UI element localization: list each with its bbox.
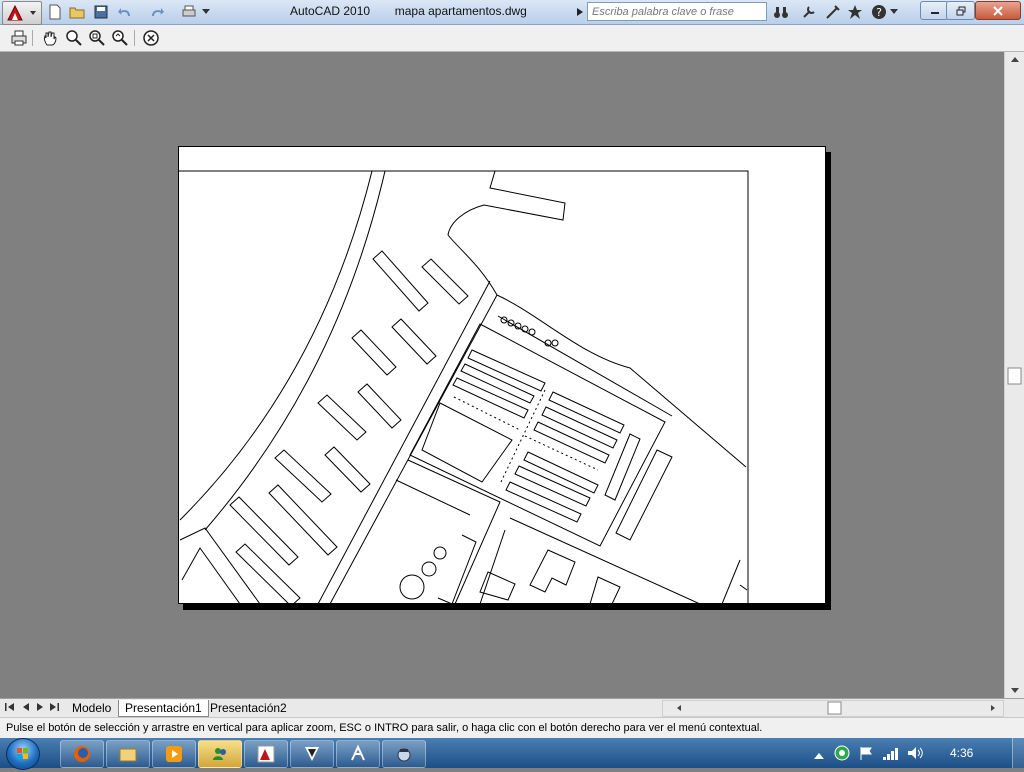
- media-player-icon: [166, 746, 182, 762]
- design-icon: [351, 744, 365, 761]
- plot-icon[interactable]: [180, 3, 198, 21]
- horizontal-scrollbar[interactable]: [662, 700, 1004, 717]
- tab-presentacion1[interactable]: Presentación1: [118, 700, 209, 717]
- close-icon: [993, 5, 1003, 16]
- search-expand-icon[interactable]: [574, 3, 586, 21]
- application-menu-button[interactable]: [2, 1, 42, 25]
- next-tab-icon[interactable]: [34, 701, 46, 716]
- binoculars-icon[interactable]: [772, 3, 790, 21]
- minimize-icon: [930, 11, 939, 14]
- window-title: AutoCAD 2010 mapa apartamentos.dwg: [290, 4, 527, 18]
- quick-access-dropdown-icon[interactable]: [200, 3, 212, 21]
- undo-icon[interactable]: [116, 3, 134, 21]
- subscription-icon[interactable]: [800, 3, 818, 21]
- file-name: mapa apartamentos.dwg: [394, 4, 527, 18]
- vertical-scrollbar[interactable]: [1004, 52, 1024, 698]
- autocad-icon: [257, 745, 275, 763]
- last-tab-icon[interactable]: [48, 701, 60, 716]
- tab-presentacion2[interactable]: Presentación2: [204, 700, 293, 716]
- horizontal-scroll-thumb[interactable]: [827, 701, 842, 715]
- zoom-realtime-icon[interactable]: [64, 28, 84, 48]
- windows-logo-icon: [17, 748, 28, 759]
- paper-sheet: [178, 146, 826, 604]
- search-input[interactable]: Escriba palabra clave o frase: [587, 2, 767, 21]
- status-bar: Pulse el botón de selección y arrastre e…: [0, 717, 1024, 738]
- restore-icon: [956, 6, 965, 15]
- taskbar-app[interactable]: [290, 740, 334, 768]
- layout-tabs-bar: Modelo Presentación1 Presentación2: [0, 698, 1024, 717]
- start-button[interactable]: [6, 738, 40, 770]
- windows-taskbar: 4:36: [0, 738, 1024, 770]
- restore-button[interactable]: [946, 1, 975, 20]
- scroll-left-icon[interactable]: [677, 705, 681, 711]
- app2-icon: [397, 748, 411, 762]
- zoom-window-icon[interactable]: [87, 28, 107, 48]
- communication-icon[interactable]: [824, 3, 842, 21]
- zoom-original-icon[interactable]: [110, 28, 130, 48]
- close-button[interactable]: [975, 1, 1021, 20]
- minimize-button[interactable]: [920, 1, 949, 20]
- signal-strength-icon[interactable]: [882, 745, 900, 764]
- tab-modelo[interactable]: Modelo: [66, 700, 117, 716]
- action-center-flag-icon[interactable]: [858, 745, 874, 764]
- first-tab-icon[interactable]: [4, 701, 16, 716]
- print-icon[interactable]: [9, 28, 29, 48]
- new-icon[interactable]: [46, 3, 64, 21]
- show-hidden-icons-icon[interactable]: [814, 749, 824, 763]
- taskbar-media-player[interactable]: [152, 740, 196, 768]
- scroll-right-icon[interactable]: [991, 705, 995, 711]
- pan-icon[interactable]: [40, 28, 60, 48]
- help-dropdown-icon[interactable]: [888, 3, 900, 21]
- network-status-icon[interactable]: [834, 745, 850, 764]
- svg-text:?: ?: [876, 6, 882, 19]
- app-name: AutoCAD 2010: [290, 4, 371, 18]
- taskbar-design[interactable]: [336, 740, 380, 768]
- app-icon: [305, 747, 319, 761]
- scroll-thumb[interactable]: [1007, 367, 1022, 385]
- scroll-up-icon[interactable]: [1011, 57, 1019, 62]
- taskbar-clock[interactable]: 4:36: [950, 746, 973, 760]
- taskbar-explorer[interactable]: [106, 740, 150, 768]
- prev-tab-icon[interactable]: [20, 701, 32, 716]
- scroll-down-icon[interactable]: [1011, 688, 1019, 693]
- site-plan-drawing: [178, 170, 749, 604]
- save-icon[interactable]: [92, 3, 110, 21]
- favorites-star-icon[interactable]: [846, 3, 864, 21]
- redo-icon[interactable]: [148, 3, 166, 21]
- help-icon[interactable]: ?: [870, 3, 888, 21]
- taskbar-autocad[interactable]: [244, 740, 288, 768]
- explorer-icon: [119, 748, 137, 762]
- volume-icon[interactable]: [906, 745, 924, 764]
- messenger-icon: [213, 748, 226, 760]
- preview-toolbar: [0, 25, 1024, 52]
- firefox-icon: [74, 746, 90, 762]
- taskbar-app2[interactable]: [382, 740, 426, 768]
- open-icon[interactable]: [68, 3, 86, 21]
- title-bar: AutoCAD 2010 mapa apartamentos.dwg Escri…: [0, 0, 1024, 25]
- autocad-logo-icon: [7, 4, 36, 21]
- taskbar-firefox[interactable]: [60, 740, 104, 768]
- close-preview-icon[interactable]: [141, 28, 161, 48]
- show-desktop-button[interactable]: [1012, 738, 1024, 768]
- taskbar-messenger[interactable]: [198, 740, 242, 768]
